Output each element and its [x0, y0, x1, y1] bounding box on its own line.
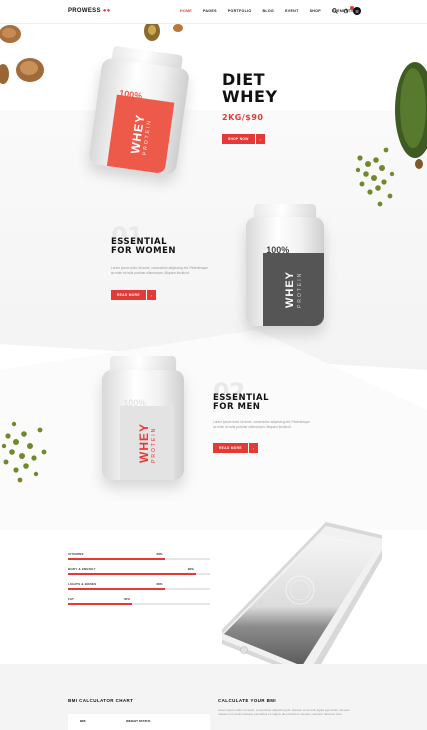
progress-bar: LIGHTS & BONES 68% — [68, 582, 210, 590]
progress-label: FAT — [68, 597, 75, 601]
progress-percent: 90% — [187, 567, 194, 571]
men-product-jar: WHEY PROTEIN 100% — [102, 356, 184, 480]
jar-label: WHEY PROTEIN — [120, 405, 175, 480]
progress-track — [68, 588, 210, 590]
women-description: Lorem ipsum dolor sit amet, consectetur … — [111, 266, 208, 275]
shop-now-button[interactable]: SHOP NOW › — [222, 134, 265, 144]
progress-fill — [68, 588, 165, 590]
nav-event[interactable]: EVENT — [285, 9, 298, 13]
jar-label-text: WHEY — [283, 270, 296, 308]
phone-mockup-image — [222, 522, 382, 680]
weight-status-column-header: WEIGHT STATUS — [126, 719, 151, 723]
progress-fill — [68, 603, 132, 605]
progress-bar: VITAMINS 68% — [68, 552, 210, 560]
chevron-right-icon: › — [247, 443, 258, 453]
progress-track — [68, 603, 210, 605]
progress-bar: BODY & ENERGY 90% — [68, 567, 210, 575]
cart-badge — [350, 5, 354, 10]
jar-label-subtext: PROTEIN — [296, 271, 303, 308]
jar-label: WHEY PROTEIN — [107, 94, 175, 175]
bmi-column-header: BMI — [80, 719, 86, 723]
shop-now-label: SHOP NOW — [222, 134, 255, 144]
menu-icon[interactable]: ☰ — [353, 7, 361, 15]
progress-track — [68, 558, 210, 560]
bmi-description: Lorem ipsum dolor sit amet, consectetur … — [218, 708, 350, 717]
site-header: PROWESS ●● HOME PAGES PORTFOLIO BLOG EVE… — [0, 0, 427, 24]
progress-label: LIGHTS & BONES — [68, 582, 97, 586]
cart-icon[interactable] — [342, 5, 354, 15]
jar-label-subtext: PROTEIN — [150, 426, 157, 463]
men-description: Lorem ipsum dolor sit amet, consectetur … — [213, 420, 310, 429]
bmi-chart-table: BMI WEIGHT STATUS — [68, 714, 210, 730]
green-seeds-image — [1, 421, 47, 483]
logo[interactable]: PROWESS ●● — [68, 8, 111, 14]
progress-fill — [68, 558, 165, 560]
nav-home[interactable]: HOME — [180, 9, 192, 13]
women-read-more-button[interactable]: READ MORE › — [111, 290, 156, 300]
jar-percent: 100% — [123, 398, 147, 409]
hero-product-jar: WHEY PROTEIN 100% — [88, 44, 192, 176]
chevron-right-icon: › — [145, 290, 156, 300]
progress-label: VITAMINS — [68, 552, 84, 556]
walnut-image — [0, 25, 44, 84]
nav-shop[interactable]: SHOP — [310, 9, 321, 13]
hero-price: 2KG/$90 — [222, 113, 264, 122]
chevron-right-icon: › — [254, 134, 265, 144]
progress-track — [68, 573, 210, 575]
header-icons: ☰ — [331, 5, 361, 15]
bmi-section — [0, 664, 427, 730]
progress-percent: 45% — [123, 597, 130, 601]
seed-image — [144, 22, 183, 41]
nav-pages[interactable]: PAGES — [203, 9, 217, 13]
bmi-calculator-title: CALCULATE YOUR BMI — [218, 698, 277, 703]
jar-label: WHEY PROTEIN — [263, 252, 324, 326]
page: { "header": { "logo": "PROWESS", "logo_m… — [0, 0, 427, 730]
progress-percent: 68% — [156, 552, 163, 556]
jar-label-text: WHEY — [136, 422, 151, 463]
read-more-label: READ MORE — [111, 290, 146, 300]
nav-blog[interactable]: BLOG — [262, 9, 274, 13]
men-read-more-button[interactable]: READ MORE › — [213, 443, 258, 453]
jar-percent: 100% — [266, 245, 290, 256]
progress-percent: 68% — [156, 582, 163, 586]
women-product-jar: WHEY PROTEIN 100% — [246, 204, 324, 326]
nav-portfolio[interactable]: PORTFOLIO — [228, 9, 252, 13]
men-title: ESSENTIAL FOR MEN — [213, 393, 270, 412]
read-more-label: READ MORE — [213, 443, 248, 453]
progress-fill — [68, 573, 196, 575]
progress-bar: FAT 45% — [68, 597, 210, 605]
women-title: ESSENTIAL FOR WOMEN — [111, 237, 177, 256]
green-seeds-image — [355, 147, 395, 207]
bmi-chart-title: BMI CALCULATOR CHART — [68, 698, 134, 703]
search-icon[interactable] — [331, 8, 338, 15]
hero-title: DIET WHEY — [222, 70, 278, 106]
